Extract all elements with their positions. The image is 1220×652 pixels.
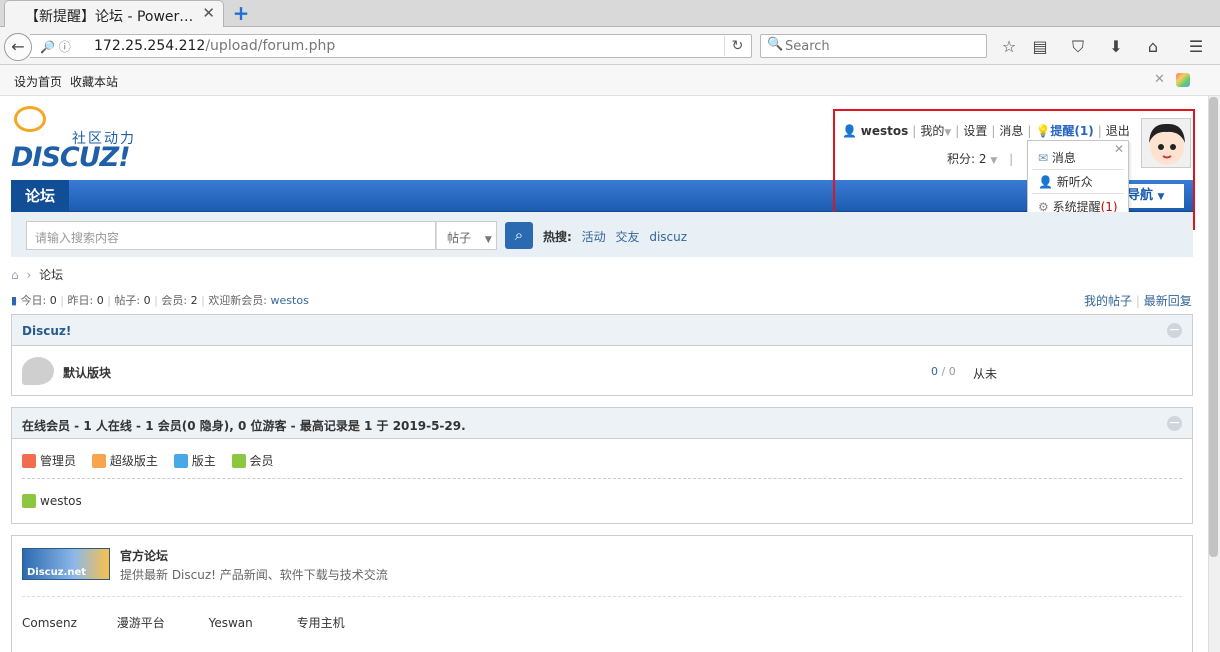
legend-label: 版主 (191, 454, 216, 468)
official-desc: 提供最新 Discuz! 产品新闻、软件下载与技术交流 (120, 568, 388, 582)
new-member-link[interactable]: westos (271, 294, 309, 307)
category-title[interactable]: Discuz! (12, 315, 1192, 346)
home-icon[interactable]: ⌂ (1141, 36, 1165, 58)
hot-link[interactable]: 活动 (582, 230, 606, 244)
browser-tab[interactable]: 【新提醒】论坛 - Power… ✕ (4, 0, 224, 27)
tab-title: 【新提醒】论坛 - Power… (25, 9, 194, 25)
stat-label: 欢迎新会员: (208, 294, 268, 307)
url-host: 172.25.254.212 (94, 38, 206, 54)
style-icon[interactable] (1176, 73, 1190, 87)
stat-yesterday: 0 (96, 294, 104, 307)
hot-search-label: 热搜: (543, 230, 572, 244)
stat-label: 会员: (161, 294, 188, 307)
search-placeholder: Search (785, 39, 830, 54)
right-links: 我的帖子 | 最新回复 (1084, 294, 1192, 308)
reading-list-icon[interactable]: ▤ (1028, 36, 1052, 58)
hot-search: 热搜: 活动 交友 discuz (543, 228, 687, 245)
search-button[interactable]: ⌕ (505, 222, 533, 249)
online-legend: 管理员 超级版主 版主 会员 (22, 452, 274, 469)
download-icon[interactable]: ⬇ (1104, 36, 1128, 58)
legend-label: 会员 (249, 454, 274, 468)
site-info-icon[interactable]: 🔎 ⓘ (40, 38, 71, 55)
member-icon (22, 494, 36, 508)
nav-tab-forum[interactable]: 论坛 (11, 180, 69, 212)
official-title[interactable]: 官方论坛 (120, 547, 168, 564)
legend-label: 超级版主 (109, 454, 158, 468)
chevron-down-icon: ▼ (484, 235, 492, 245)
forum-threads: 0 (931, 365, 938, 378)
official-box: Discuz.net 官方论坛 提供最新 Discuz! 产品新闻、软件下载与技… (11, 535, 1193, 652)
close-tab-icon[interactable]: ✕ (202, 4, 215, 22)
online-title: 在线会员 - 1 人在线 - 1 会员(0 隐身), 0 位游客 - 最高记录是… (12, 408, 1192, 439)
friend-link[interactable]: Comsenz (22, 616, 77, 630)
search-type-label: 帖子 (447, 231, 472, 245)
official-badge[interactable]: Discuz.net (22, 548, 110, 580)
add-favorite-link[interactable]: 收藏本站 (70, 73, 118, 90)
stat-posts: 0 (143, 294, 151, 307)
latest-replies-link[interactable]: 最新回复 (1144, 294, 1192, 308)
collapse-icon[interactable]: ✕ (1154, 72, 1165, 87)
menu-icon[interactable]: ☰ (1184, 36, 1208, 58)
search-placeholder: 请输入搜索内容 (35, 231, 120, 245)
online-username: westos (40, 494, 82, 508)
member-icon (231, 454, 246, 468)
legend-label: 管理员 (40, 454, 77, 468)
bookmarks-bar (0, 65, 1220, 96)
friend-link[interactable]: Yeswan (209, 616, 253, 630)
collapse-icon[interactable]: − (1167, 323, 1182, 338)
forum-stats: ▮ 今日: 0 | 昨日: 0 | 帖子: 0 | 会员: 2 | 欢迎新会员:… (11, 294, 309, 307)
home-icon[interactable]: ⌂ (11, 268, 19, 282)
stat-today: 0 (49, 294, 57, 307)
forum-bubble-icon (22, 357, 54, 385)
stat-label: 今日: (20, 294, 47, 307)
stat-label: 昨日: (67, 294, 94, 307)
url-path: /upload/forum.php (205, 38, 336, 54)
forum-last-post: 从未 (973, 367, 998, 381)
stat-members: 2 (190, 294, 198, 307)
new-tab-icon[interactable]: + (230, 2, 252, 24)
url-text[interactable]: 172.25.254.212/upload/forum.php (94, 38, 335, 54)
back-icon[interactable]: ← (4, 33, 32, 61)
hot-link[interactable]: 交友 (615, 230, 639, 244)
chart-icon: ▮ (11, 294, 18, 307)
forum-name[interactable]: 默认版块 (63, 364, 111, 381)
friend-links: Comsenz 漫游平台 Yeswan 专用主机 (22, 614, 345, 631)
online-user[interactable]: westos (22, 494, 82, 508)
search-icon: 🔍 (767, 37, 784, 52)
bookmark-star-icon[interactable]: ☆ (997, 36, 1021, 58)
super-mod-icon (91, 454, 106, 468)
search-icon: ⌕ (514, 226, 524, 244)
forum-counts: 0 / 0 (931, 365, 956, 378)
category-box: Discuz! − 默认版块 0 / 0 从未 (11, 314, 1193, 396)
forum-posts: 0 (948, 365, 956, 378)
my-posts-link[interactable]: 我的帖子 (1084, 294, 1132, 308)
collapse-icon[interactable]: − (1167, 416, 1182, 431)
forum-search-input[interactable]: 请输入搜索内容 (26, 221, 436, 250)
scrollbar-thumb[interactable] (1209, 97, 1218, 557)
browser-search-input[interactable]: 🔍 Search (760, 34, 987, 58)
logo[interactable]: DISCUZ! (11, 142, 131, 173)
online-box: 在线会员 - 1 人在线 - 1 会员(0 隐身), 0 位游客 - 最高记录是… (11, 407, 1193, 524)
pocket-icon[interactable]: ⛉ (1066, 36, 1090, 58)
hot-link[interactable]: discuz (649, 230, 687, 244)
breadcrumb: ⌂ › 论坛 (11, 266, 63, 283)
reload-icon[interactable]: ↻ (724, 36, 750, 56)
stat-label: 帖子: (114, 294, 141, 307)
breadcrumb-current[interactable]: 论坛 (39, 268, 63, 282)
admin-icon (22, 454, 36, 468)
friend-link[interactable]: 漫游平台 (117, 616, 165, 630)
mod-icon (173, 454, 188, 468)
set-home-link[interactable]: 设为首页 (14, 73, 62, 90)
search-type-select[interactable]: 帖子 ▼ (436, 221, 497, 250)
friend-link[interactable]: 专用主机 (297, 616, 345, 630)
logo-bubble-icon (14, 106, 46, 132)
chevron-right-icon: › (26, 268, 32, 282)
